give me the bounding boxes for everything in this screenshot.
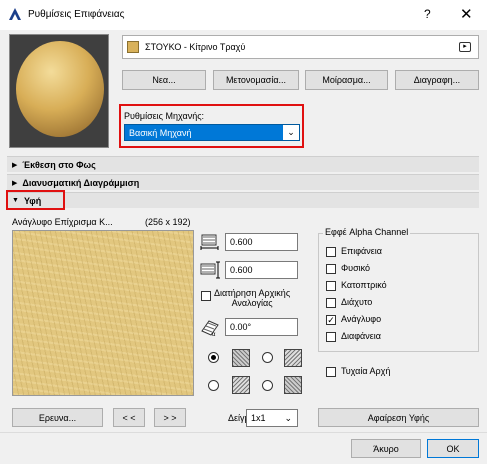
share-button[interactable]: Μοίρασμα...	[305, 70, 388, 90]
surface-color-swatch	[127, 41, 139, 53]
engine-select[interactable]: Βασική Μηχανή	[124, 124, 300, 141]
browse-texture-button[interactable]: Ερευνα...	[12, 408, 103, 427]
alpha-checkbox[interactable]	[326, 298, 336, 308]
material-preview-sphere	[16, 41, 104, 137]
keep-ratio-label: Διατήρηση Αρχικής Αναλογίας	[214, 288, 291, 308]
chevron-down-icon: ⌄	[284, 412, 292, 423]
keep-ratio-checkbox[interactable]	[201, 291, 211, 301]
texture-height-input[interactable]: 0.600	[225, 261, 298, 279]
expand-icon: ▶	[12, 161, 18, 169]
section-vector-hatching[interactable]: ▶ Διανυσματική Διαγράμμιση	[7, 174, 479, 190]
footer-divider	[0, 432, 487, 433]
orientation-radio-3[interactable]	[208, 380, 219, 391]
texture-highlight-box	[6, 190, 65, 210]
random-origin-label: Τυχαία Αρχή	[341, 366, 391, 376]
delete-button[interactable]: Διαγραφη...	[395, 70, 479, 90]
previous-texture-button[interactable]: < <	[113, 408, 145, 427]
alpha-checkbox-label: Διάχυτο	[341, 297, 373, 307]
rename-button[interactable]: Μετονομασία...	[213, 70, 299, 90]
texture-angle-icon: α	[201, 320, 219, 337]
orientation-radio-1[interactable]	[208, 352, 219, 363]
cancel-button[interactable]: Άκυρο	[351, 439, 421, 458]
texture-width-input[interactable]: 0.600	[225, 233, 298, 251]
new-button[interactable]: Νεα...	[122, 70, 206, 90]
surface-library-icon[interactable]: ▸	[459, 42, 471, 52]
surface-name-field[interactable]: ΣΤΟΥΚΟ - Κίτρινο Τραχύ	[122, 35, 479, 59]
window-title: Ρυθμίσεις Επιφάνειας	[28, 9, 125, 20]
expand-icon: ▶	[12, 179, 18, 187]
random-origin-checkbox[interactable]	[326, 367, 336, 377]
texture-name: Ανάγλυφο Επίχρισμα Κ...	[12, 217, 113, 227]
texture-angle-input[interactable]: 0.00°	[225, 318, 298, 336]
alpha-checkbox[interactable]	[326, 247, 336, 257]
alpha-checkbox-label: Ανάγλυφο	[341, 314, 382, 324]
orientation-radio-4[interactable]	[262, 380, 273, 391]
orientation-radio-2[interactable]	[262, 352, 273, 363]
alpha-checkbox[interactable]	[326, 264, 336, 274]
orientation-icon-2	[284, 349, 302, 367]
orientation-icon-3	[232, 376, 250, 394]
help-button[interactable]: ?	[424, 7, 431, 21]
close-button[interactable]: ✕	[460, 5, 473, 23]
archicad-app-icon	[9, 8, 21, 20]
next-texture-button[interactable]: > >	[154, 408, 186, 427]
orientation-icon-1	[232, 349, 250, 367]
texture-preview	[12, 230, 194, 396]
sample-select[interactable]: 1x1 ⌄	[246, 409, 298, 427]
ok-button[interactable]: OK	[427, 439, 479, 458]
alpha-checkbox-label: Κατοπτρικό	[341, 280, 387, 290]
alpha-checkbox-label: Διαφάνεια	[341, 331, 381, 341]
alpha-channel-title: Εφφέ Alpha Channel	[323, 227, 411, 237]
sample-select-value: 1x1	[251, 413, 266, 423]
texture-width-icon	[200, 234, 219, 250]
engine-select-value: Βασική Μηχανή	[129, 127, 192, 138]
alpha-checkbox-label: Φυσικό	[341, 263, 371, 273]
remove-texture-button[interactable]: Αφαίρεση Υφής	[318, 408, 479, 427]
svg-text:α: α	[212, 332, 216, 337]
alpha-checkbox[interactable]	[326, 281, 336, 291]
alpha-checkbox[interactable]: ✓	[326, 315, 336, 325]
section-texture[interactable]: ▼ Υφή	[7, 192, 479, 208]
texture-height-icon	[200, 261, 220, 279]
alpha-checkbox-label: Επιφάνεια	[341, 246, 382, 256]
orientation-icon-4	[284, 376, 302, 394]
engine-label: Ρυθμίσεις Μηχανής:	[124, 111, 205, 121]
section-light[interactable]: ▶ Έκθεση στο Φως	[7, 156, 479, 172]
alpha-checkbox[interactable]	[326, 332, 336, 342]
texture-size: (256 x 192)	[145, 217, 191, 227]
surface-name: ΣΤΟΥΚΟ - Κίτρινο Τραχύ	[145, 42, 246, 52]
engine-dropdown-arrow[interactable]: ⌄	[283, 125, 299, 140]
